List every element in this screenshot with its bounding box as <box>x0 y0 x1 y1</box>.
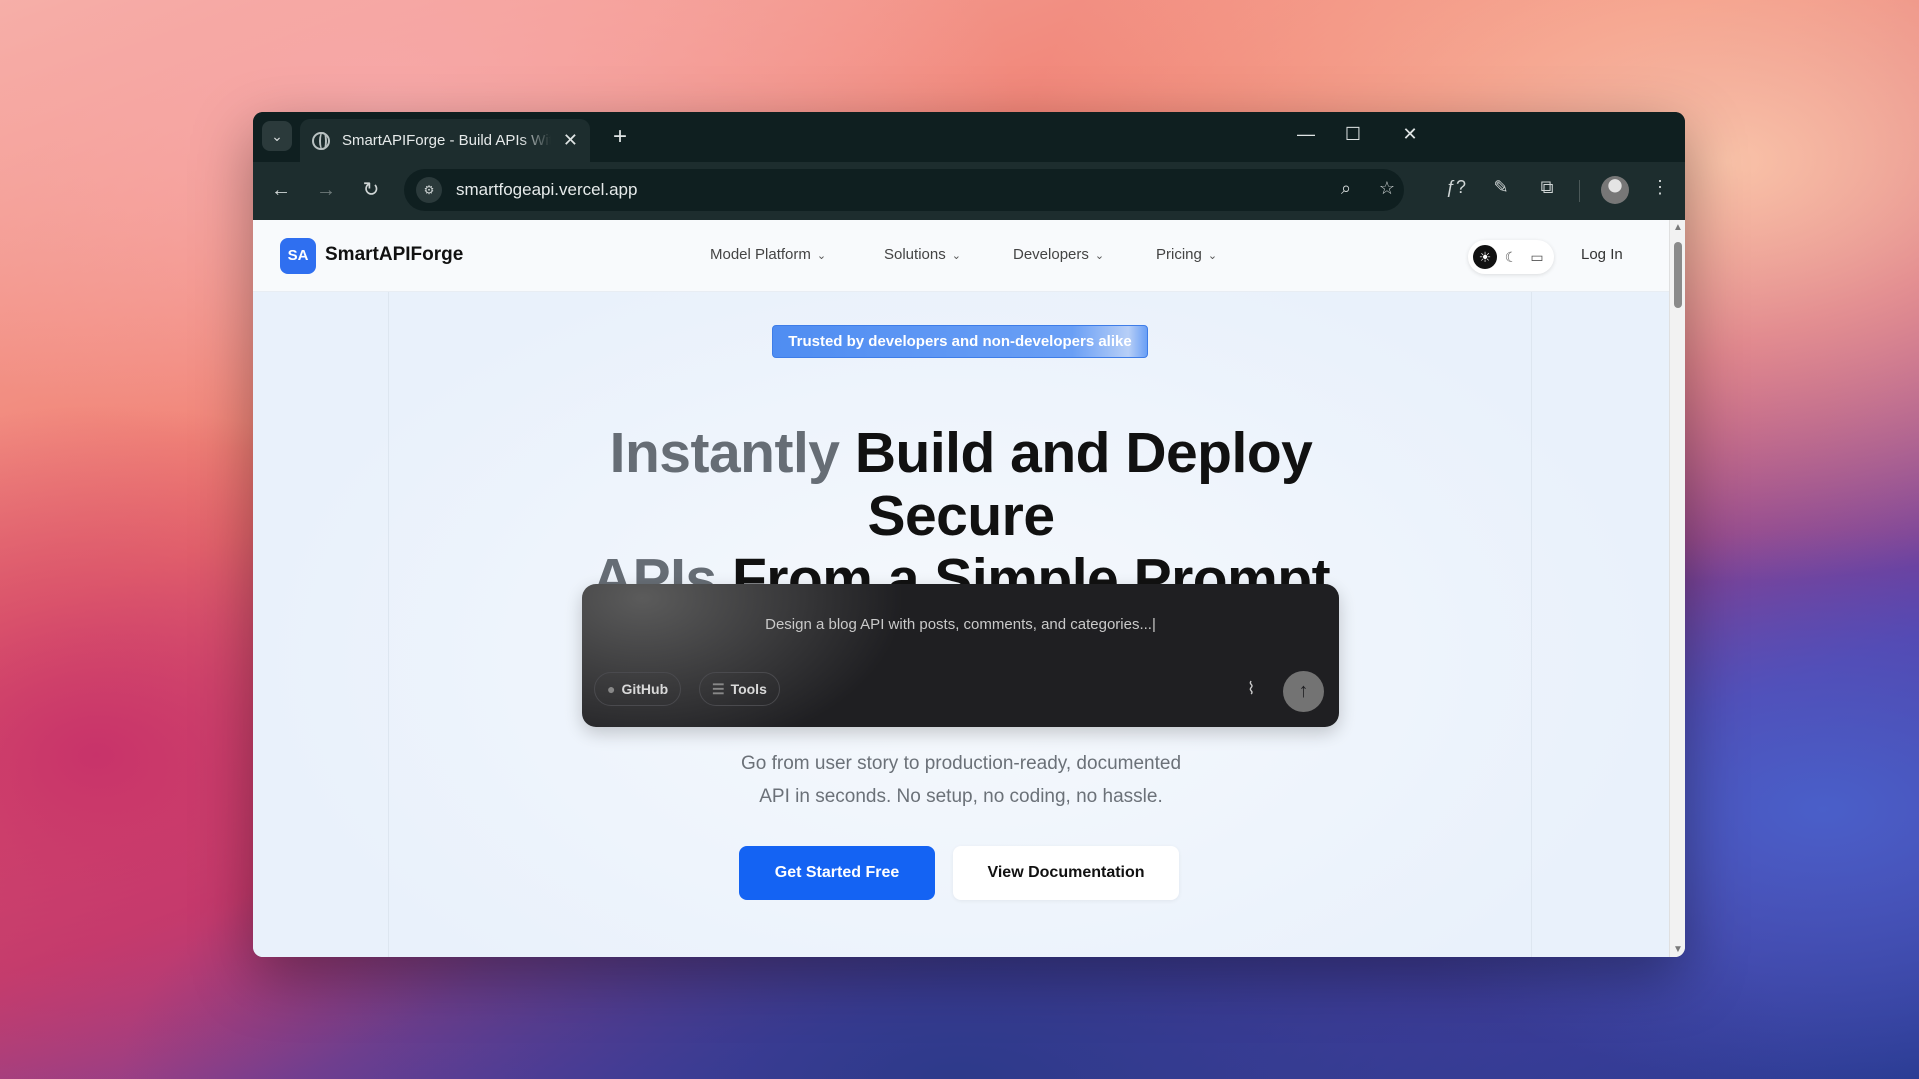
url-text[interactable]: smartfogeapi.vercel.app <box>456 180 637 200</box>
page-viewport: SA SmartAPIForge Model Platform ⌄ Solutio… <box>253 220 1685 957</box>
scroll-down-icon[interactable]: ▼ <box>1673 944 1683 955</box>
address-bar[interactable]: ⚙ smartfogeapi.vercel.app ⌕ ☆ <box>404 169 1404 211</box>
trusted-badge: Trusted by developers and non-developers… <box>772 325 1148 358</box>
minimize-button[interactable]: — <box>1294 124 1318 145</box>
prompt-box: Design a blog API with posts, comments, … <box>582 584 1339 727</box>
new-tab-button[interactable]: + <box>605 122 635 152</box>
site-info-icon[interactable]: ⚙ <box>416 177 442 203</box>
paperclip-icon[interactable]: ⌇ <box>1247 679 1255 699</box>
github-button[interactable]: ● GitHub <box>594 672 682 706</box>
extension-fx-icon[interactable]: ƒ? <box>1442 177 1470 198</box>
logo-text[interactable]: SmartAPIForge <box>325 244 463 266</box>
bookmark-star-icon[interactable]: ☆ <box>1375 178 1399 199</box>
nav-model-platform[interactable]: Model Platform ⌄ <box>710 246 826 263</box>
hero-headline: Instantly Build and Deploy Secure APIs F… <box>511 422 1411 611</box>
github-label: GitHub <box>621 681 669 697</box>
view-documentation-button[interactable]: View Documentation <box>953 846 1179 900</box>
headline-text-1: Build and Deploy Secure <box>839 421 1313 548</box>
send-button[interactable]: ↑ <box>1283 671 1324 712</box>
guide-line-left <box>388 292 389 957</box>
extensions-puzzle-icon[interactable]: ⧉ <box>1533 177 1561 198</box>
nav-developers[interactable]: Developers ⌄ <box>1013 246 1104 263</box>
subtext-line-2: API in seconds. No setup, no coding, no … <box>759 786 1163 807</box>
globe-icon <box>312 131 330 150</box>
scroll-thumb[interactable] <box>1674 242 1682 308</box>
profile-avatar[interactable] <box>1601 176 1629 204</box>
guide-line-right <box>1531 292 1532 957</box>
maximize-button[interactable]: ☐ <box>1341 124 1365 145</box>
tab-strip: ⌄ SmartAPIForge - Build APIs With AI ✕ +… <box>253 112 1685 162</box>
github-icon: ● <box>607 681 616 697</box>
chevron-down-icon: ⌄ <box>816 250 827 262</box>
browser-window: ⌄ SmartAPIForge - Build APIs With AI ✕ +… <box>253 112 1685 957</box>
prompt-input[interactable]: Design a blog API with posts, comments, … <box>582 616 1339 633</box>
nav-label: Model Platform <box>710 246 811 263</box>
nav-solutions[interactable]: Solutions ⌄ <box>884 246 961 263</box>
chevron-down-icon: ⌄ <box>1094 250 1105 262</box>
monitor-icon[interactable]: ▭ <box>1525 245 1549 269</box>
theme-toggle: ☀ ☾ ▭ <box>1468 240 1554 274</box>
zoom-icon[interactable]: ⌕ <box>1334 178 1358 199</box>
sliders-icon: ☰ <box>712 680 725 697</box>
tools-label: Tools <box>730 681 767 697</box>
hero-section: Trusted by developers and non-developers… <box>253 292 1669 957</box>
nav-pricing[interactable]: Pricing ⌄ <box>1156 246 1217 263</box>
subtext-line-1: Go from user story to production-ready, … <box>740 753 1182 774</box>
browser-tab-active[interactable]: SmartAPIForge - Build APIs With AI ✕ <box>300 119 590 162</box>
nav-label: Solutions <box>884 246 946 263</box>
scrollbar[interactable]: ▲ ▼ <box>1669 220 1685 957</box>
extension-pen-icon[interactable]: ✎ <box>1487 177 1515 198</box>
login-link[interactable]: Log In <box>1581 246 1623 263</box>
headline-muted-1: Instantly <box>609 421 840 485</box>
logo-badge[interactable]: SA <box>280 238 316 274</box>
browser-toolbar: ← → ↻ ⚙ smartfogeapi.vercel.app ⌕ ☆ ƒ? ✎… <box>253 162 1685 220</box>
back-button[interactable]: ← <box>266 175 296 205</box>
sun-icon[interactable]: ☀ <box>1473 245 1497 269</box>
tab-search-button[interactable]: ⌄ <box>262 121 292 151</box>
tools-button[interactable]: ☰ Tools <box>699 672 780 706</box>
moon-icon[interactable]: ☾ <box>1499 245 1523 269</box>
site-header: SA SmartAPIForge Model Platform ⌄ Solutio… <box>253 220 1669 292</box>
reload-button[interactable]: ↻ <box>356 175 386 205</box>
browser-menu-icon[interactable]: ⋮ <box>1646 177 1674 198</box>
tab-close-icon[interactable]: ✕ <box>563 130 578 151</box>
scroll-up-icon[interactable]: ▲ <box>1673 222 1683 233</box>
chevron-down-icon: ⌄ <box>951 250 961 262</box>
nav-label: Pricing <box>1156 246 1202 263</box>
toolbar-divider <box>1579 180 1580 202</box>
tab-title: SmartAPIForge - Build APIs With AI <box>341 132 551 149</box>
forward-button[interactable]: → <box>311 175 341 205</box>
get-started-button[interactable]: Get Started Free <box>739 846 935 900</box>
hero-subtext: Go from user story to production-ready, … <box>661 747 1261 813</box>
chevron-down-icon: ⌄ <box>1207 250 1218 262</box>
close-window-button[interactable]: ✕ <box>1398 124 1422 145</box>
nav-label: Developers <box>1013 246 1089 263</box>
